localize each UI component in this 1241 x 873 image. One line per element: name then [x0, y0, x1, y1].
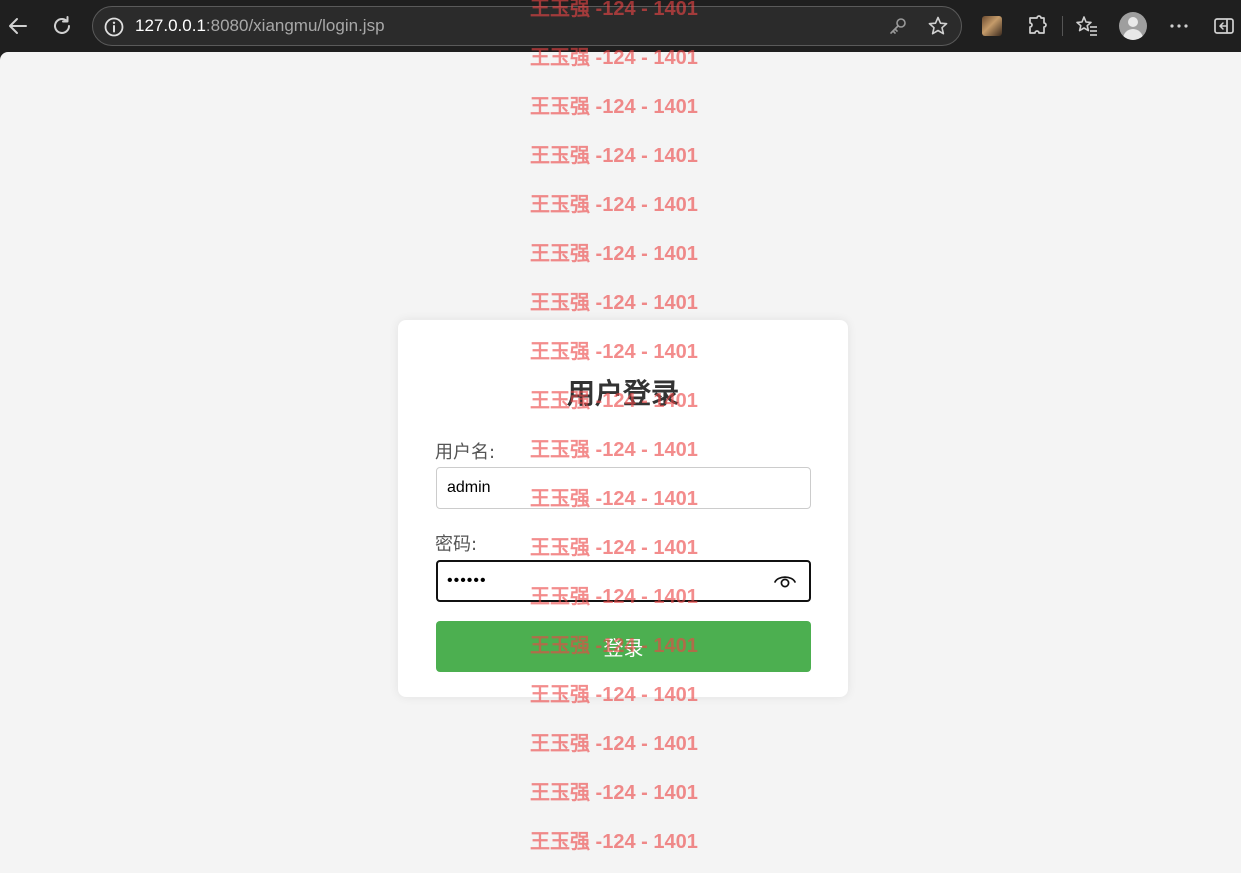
extensions-button[interactable] — [1021, 10, 1053, 42]
more-icon — [1170, 24, 1188, 28]
more-button[interactable] — [1163, 10, 1195, 42]
extension-thumbnail-icon[interactable] — [982, 16, 1002, 36]
back-button[interactable] — [2, 10, 34, 42]
browser-toolbar: 127.0.0.1:8080/xiangmu/login.jsp — [0, 0, 1241, 52]
extensions-icon — [1029, 15, 1047, 34]
key-icon[interactable] — [887, 15, 909, 41]
toolbar-divider — [1062, 16, 1063, 36]
favorites-button[interactable] — [1071, 10, 1103, 42]
eye-icon[interactable] — [773, 572, 797, 595]
username-value: admin — [447, 479, 491, 496]
info-icon[interactable] — [103, 16, 125, 42]
url-path: :8080/xiangmu/login.jsp — [205, 16, 385, 35]
password-input[interactable]: •••••• — [436, 560, 811, 602]
url-text[interactable]: 127.0.0.1:8080/xiangmu/login.jsp — [135, 16, 385, 36]
star-icon[interactable] — [927, 15, 949, 41]
page-viewport: 用户登录 用户名: admin 密码: •••••• 登录 — [0, 52, 1241, 873]
password-label: 密码: — [435, 534, 478, 555]
username-label: 用户名: — [435, 442, 496, 463]
favorites-icon — [1076, 16, 1097, 36]
profile-icon[interactable] — [1119, 12, 1147, 40]
refresh-icon — [54, 16, 70, 34]
sidebar-icon — [1214, 18, 1234, 34]
address-bar[interactable]: 127.0.0.1:8080/xiangmu/login.jsp — [92, 6, 962, 46]
url-host: 127.0.0.1 — [135, 16, 206, 35]
page-title: 用户登录 — [566, 377, 679, 410]
username-input[interactable]: admin — [436, 467, 811, 509]
sidebar-button[interactable] — [1208, 10, 1240, 42]
refresh-button[interactable] — [46, 10, 78, 42]
login-button[interactable]: 登录 — [436, 621, 811, 672]
login-card: 用户登录 用户名: admin 密码: •••••• 登录 — [398, 320, 848, 697]
password-value: •••••• — [447, 572, 487, 589]
back-arrow-icon — [9, 18, 27, 34]
